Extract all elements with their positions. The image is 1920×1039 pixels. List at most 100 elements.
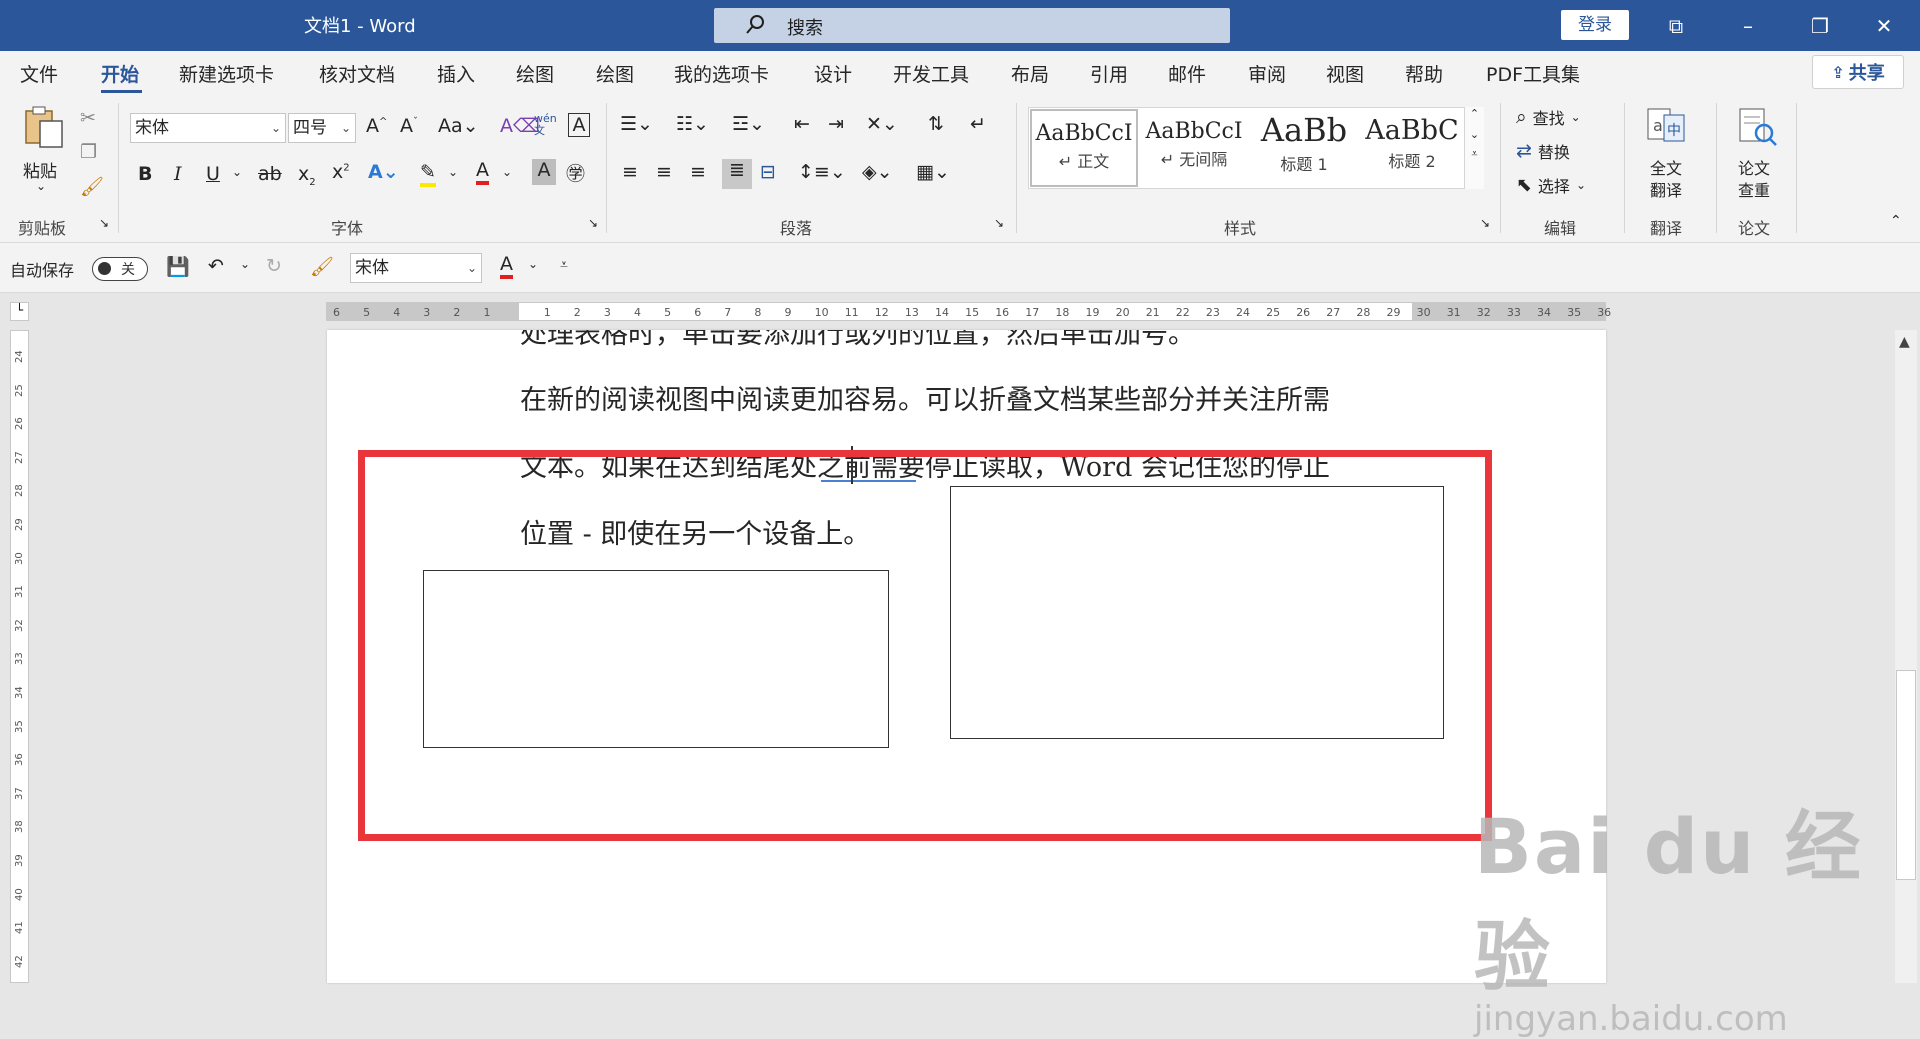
tab-my-tab[interactable]: 我的选项卡 bbox=[674, 60, 769, 87]
bullets-icon[interactable]: ☰⌄ bbox=[620, 113, 653, 135]
close-button[interactable]: ✕ bbox=[1848, 0, 1920, 51]
restore-button[interactable]: ❐ bbox=[1784, 0, 1856, 51]
vertical-ruler[interactable]: 24 25 26 27 28 29 30 31 32 33 34 35 36 37 38 39 40 41 42 bbox=[10, 330, 29, 983]
tab-review[interactable]: 审阅 bbox=[1248, 60, 1286, 87]
subscript-icon[interactable]: x2 bbox=[298, 163, 316, 188]
select-button[interactable]: ⬉ 选择 ⌄ bbox=[1516, 173, 1586, 197]
styles-scroll[interactable]: ⌃ ⌄ ⩡ bbox=[1464, 107, 1484, 189]
highlight-icon[interactable]: ✎ bbox=[420, 161, 436, 187]
tab-view[interactable]: 视图 bbox=[1326, 60, 1364, 87]
chevron-up-icon[interactable]: ⌃ bbox=[1465, 107, 1484, 120]
shading-icon[interactable]: ◈⌄ bbox=[862, 161, 893, 183]
font-color-dropdown-icon[interactable]: ⌄ bbox=[528, 257, 538, 271]
distributed-icon[interactable]: ⊟ bbox=[760, 161, 776, 183]
style-no-spacing[interactable]: AaBbCcI ↵ 无间隔 bbox=[1140, 109, 1248, 187]
increase-indent-icon[interactable]: ⇥ bbox=[828, 113, 844, 135]
tab-draw-1[interactable]: 绘图 bbox=[516, 60, 554, 87]
chinese-layout-icon[interactable]: ✕⌄ bbox=[866, 113, 898, 135]
login-button[interactable]: 登录 bbox=[1561, 10, 1629, 40]
change-case-icon[interactable]: Aa⌄ bbox=[438, 115, 479, 137]
text-effects-icon[interactable]: A⌄ bbox=[368, 161, 399, 183]
phonetic-guide-icon[interactable]: wén 文 bbox=[534, 113, 557, 137]
decrease-indent-icon[interactable]: ⇤ bbox=[794, 113, 810, 135]
tab-new-tab[interactable]: 新建选项卡 bbox=[179, 60, 274, 87]
share-button[interactable]: ⇪ 共享 bbox=[1812, 55, 1904, 89]
tab-developer[interactable]: 开发工具 bbox=[893, 60, 969, 87]
minimize-button[interactable]: – bbox=[1712, 0, 1784, 51]
borders-icon[interactable]: ▦⌄ bbox=[916, 161, 950, 183]
font-color-dropdown-icon[interactable]: ⌄ bbox=[502, 165, 512, 179]
collapse-ribbon-icon[interactable]: ⌃ bbox=[1890, 213, 1902, 229]
translate-line1[interactable]: 全文 bbox=[1650, 155, 1682, 179]
bold-icon[interactable]: B bbox=[138, 163, 152, 185]
paste-icon[interactable] bbox=[20, 105, 66, 151]
tab-mailings[interactable]: 邮件 bbox=[1168, 60, 1206, 87]
align-left-icon[interactable]: ≡ bbox=[622, 161, 638, 183]
style-heading-1[interactable]: AaBb 标题 1 bbox=[1250, 109, 1358, 187]
document-line[interactable]: 处理表格时，单击要添加行或列的位置，然后单击加号。 bbox=[520, 330, 1195, 351]
font-name-combo[interactable]: 宋体 ⌄ bbox=[130, 113, 286, 143]
underline-dropdown-icon[interactable]: ⌄ bbox=[232, 165, 242, 179]
paper-check-icon[interactable] bbox=[1734, 105, 1778, 149]
ribbon-display-options-icon[interactable]: ⧉ bbox=[1640, 0, 1712, 51]
paragraph-launcher-icon[interactable]: ↘ bbox=[994, 216, 1004, 230]
copy-icon[interactable]: ❐ bbox=[80, 141, 97, 163]
grow-font-icon[interactable]: A^ bbox=[366, 115, 387, 137]
tab-draw-2[interactable]: 绘图 bbox=[596, 60, 634, 87]
font-color-icon[interactable]: A bbox=[500, 253, 513, 279]
tab-pdf-tools[interactable]: PDF工具集 bbox=[1486, 60, 1580, 87]
document-line[interactable]: 在新的阅读视图中阅读更加容易。可以折叠文档某些部分并关注所需 bbox=[520, 378, 1330, 417]
enclose-characters-icon[interactable]: ㊫ bbox=[566, 159, 585, 186]
scroll-up-icon[interactable]: ▲ bbox=[1899, 334, 1910, 350]
font-size-combo[interactable]: 四号 ⌄ bbox=[288, 113, 356, 143]
find-button[interactable]: ⌕ 查找 ⌄ bbox=[1516, 105, 1581, 129]
tab-design[interactable]: 设计 bbox=[814, 60, 852, 87]
line-spacing-icon[interactable]: ↕≡⌄ bbox=[798, 161, 846, 183]
paste-dropdown-icon[interactable]: ⌄ bbox=[36, 179, 46, 193]
numbering-icon[interactable]: ☷⌄ bbox=[676, 113, 709, 135]
save-icon[interactable]: 💾 bbox=[166, 255, 190, 278]
tab-file[interactable]: 文件 bbox=[20, 60, 58, 87]
undo-icon[interactable]: ↶ bbox=[208, 255, 224, 277]
strikethrough-icon[interactable]: ab bbox=[258, 163, 282, 185]
translate-line2[interactable]: 翻译 bbox=[1650, 177, 1682, 201]
tab-references[interactable]: 引用 bbox=[1090, 60, 1128, 87]
translate-icon[interactable]: a中 bbox=[1644, 105, 1688, 149]
tab-insert[interactable]: 插入 bbox=[437, 60, 475, 87]
shrink-font-icon[interactable]: Aˇ bbox=[400, 115, 418, 137]
align-right-icon[interactable]: ≡ bbox=[690, 161, 706, 183]
redo-icon[interactable]: ↻ bbox=[266, 255, 282, 277]
highlight-dropdown-icon[interactable]: ⌄ bbox=[448, 165, 458, 179]
underline-icon[interactable]: U bbox=[206, 163, 220, 185]
show-marks-icon[interactable]: ↵ bbox=[970, 113, 986, 135]
format-painter-icon[interactable]: 🖌 bbox=[80, 175, 104, 198]
italic-icon[interactable]: I bbox=[174, 163, 182, 185]
cut-icon[interactable]: ✂ bbox=[80, 107, 96, 129]
horizontal-ruler[interactable]: 6 5 4 3 2 1 1 2 3 4 5 6 7 8 9 10 11 12 13 14 15 16 17 18 19 20 21 2… bbox=[326, 302, 1611, 321]
more-styles-icon[interactable]: ⩡ bbox=[1465, 147, 1484, 161]
tab-layout[interactable]: 布局 bbox=[1011, 60, 1049, 87]
sort-icon[interactable]: ⇅ bbox=[928, 113, 944, 135]
tab-check-doc[interactable]: 核对文档 bbox=[319, 60, 395, 87]
character-shading-icon[interactable]: A bbox=[532, 159, 556, 185]
style-normal[interactable]: AaBbCcI ↵ 正文 bbox=[1030, 109, 1138, 187]
superscript-icon[interactable]: x2 bbox=[332, 161, 350, 183]
justify-icon[interactable]: ≣ bbox=[722, 159, 752, 189]
autosave-toggle[interactable]: 关 bbox=[92, 257, 148, 281]
multilevel-list-icon[interactable]: ☲⌄ bbox=[732, 113, 765, 135]
tab-help[interactable]: 帮助 bbox=[1405, 60, 1443, 87]
qat-font-combo[interactable]: 宋体 ⌄ bbox=[350, 253, 482, 283]
chevron-down-icon[interactable]: ⌄ bbox=[1465, 128, 1484, 141]
font-color-icon[interactable]: A bbox=[476, 159, 489, 185]
align-center-icon[interactable]: ≡ bbox=[656, 161, 672, 183]
clipboard-launcher-icon[interactable]: ↘ bbox=[99, 216, 109, 230]
style-heading-2[interactable]: AaBbC 标题 2 bbox=[1358, 109, 1466, 187]
replace-button[interactable]: ⇄ 替换 bbox=[1516, 139, 1570, 163]
tab-home[interactable]: 开始 bbox=[101, 60, 139, 87]
customize-qat-icon[interactable]: ⩡ bbox=[560, 257, 568, 273]
paper-line2[interactable]: 查重 bbox=[1738, 177, 1770, 201]
paper-line1[interactable]: 论文 bbox=[1738, 155, 1770, 179]
search-box[interactable]: 搜索 bbox=[714, 8, 1230, 43]
font-launcher-icon[interactable]: ↘ bbox=[588, 216, 598, 230]
tab-selector-icon[interactable]: └ bbox=[10, 302, 29, 321]
